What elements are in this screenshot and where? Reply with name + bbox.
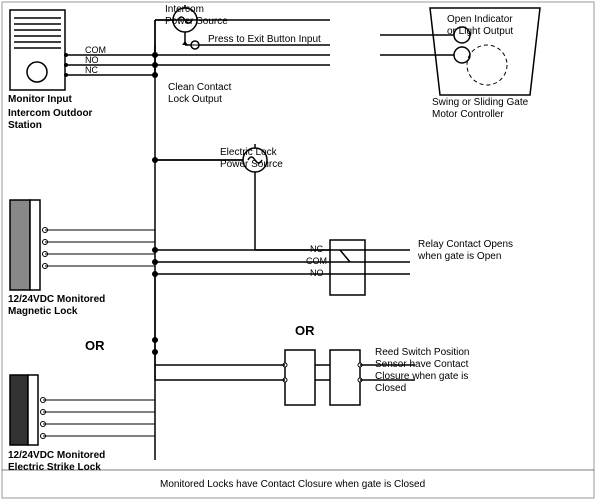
svg-text:Intercom: Intercom bbox=[165, 4, 204, 15]
svg-text:NO: NO bbox=[310, 268, 324, 278]
svg-text:Electric Lock: Electric Lock bbox=[220, 147, 278, 158]
svg-text:NC: NC bbox=[310, 244, 323, 254]
svg-text:OR: OR bbox=[85, 338, 105, 353]
svg-text:OR: OR bbox=[295, 323, 315, 338]
svg-text:NC: NC bbox=[85, 65, 98, 75]
svg-text:when gate is Open: when gate is Open bbox=[417, 251, 501, 262]
svg-text:Magnetic Lock: Magnetic Lock bbox=[8, 306, 78, 317]
svg-text:Clean Contact: Clean Contact bbox=[168, 82, 232, 93]
svg-text:Closure when gate is: Closure when gate is bbox=[375, 371, 468, 382]
svg-text:12/24VDC Monitored: 12/24VDC Monitored bbox=[8, 450, 105, 461]
svg-text:Swing or Sliding Gate: Swing or Sliding Gate bbox=[432, 97, 529, 108]
svg-text:Power Source: Power Source bbox=[165, 16, 228, 27]
svg-text:12/24VDC Monitored: 12/24VDC Monitored bbox=[8, 294, 105, 305]
svg-text:NO: NO bbox=[85, 55, 99, 65]
svg-text:Open Indicator: Open Indicator bbox=[447, 14, 513, 25]
svg-text:or Light Output: or Light Output bbox=[447, 26, 513, 37]
svg-text:Sensor have Contact: Sensor have Contact bbox=[375, 359, 469, 370]
svg-text:Monitored Locks have Contact C: Monitored Locks have Contact Closure whe… bbox=[160, 479, 425, 490]
wiring-diagram: COM NO NC bbox=[0, 0, 596, 500]
svg-text:Reed Switch Position: Reed Switch Position bbox=[375, 347, 470, 358]
svg-text:Relay Contact Opens: Relay Contact Opens bbox=[418, 239, 513, 250]
svg-text:Closed: Closed bbox=[375, 383, 406, 394]
svg-text:Station: Station bbox=[8, 120, 42, 131]
svg-text:Monitor Input: Monitor Input bbox=[8, 94, 73, 105]
svg-text:COM: COM bbox=[85, 45, 106, 55]
svg-text:Lock Output: Lock Output bbox=[168, 94, 222, 105]
svg-text:Intercom Outdoor: Intercom Outdoor bbox=[8, 108, 93, 119]
svg-text:Electric Strike Lock: Electric Strike Lock bbox=[8, 462, 101, 473]
svg-text:Press to Exit Button Input: Press to Exit Button Input bbox=[208, 34, 321, 45]
svg-text:Motor Controller: Motor Controller bbox=[432, 109, 504, 120]
svg-text:COM: COM bbox=[306, 256, 327, 266]
